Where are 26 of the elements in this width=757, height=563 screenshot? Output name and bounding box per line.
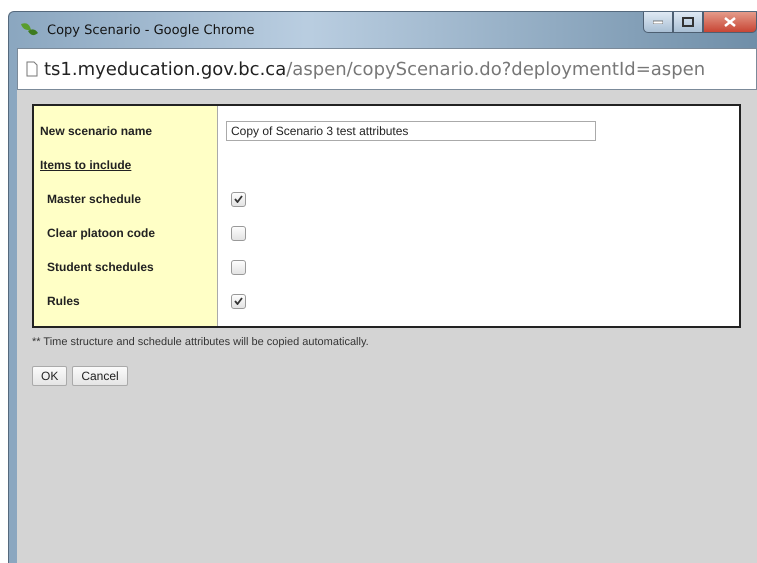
checkbox[interactable] [231, 260, 246, 274]
close-icon [724, 17, 736, 27]
name-input[interactable]: Copy of Scenario 3 test attributes [226, 121, 596, 141]
checkbox[interactable] [231, 226, 246, 240]
check-icon [234, 297, 243, 305]
checkbox[interactable] [231, 294, 246, 308]
section-link[interactable]: Items to include [40, 158, 132, 172]
checkbox[interactable] [231, 192, 246, 206]
minimize-icon [653, 20, 663, 24]
option-label: Master schedule [47, 192, 142, 206]
field-label: New scenario name [40, 124, 152, 138]
ok-button[interactable]: OK [32, 366, 68, 386]
maximize-icon [682, 17, 694, 27]
minimize-button[interactable] [643, 12, 673, 33]
maximize-button[interactable] [673, 12, 703, 33]
option-label: Student schedules [47, 260, 154, 274]
page-icon [26, 61, 38, 77]
note-text: ** Time structure and schedule attributes will be copied automatically. [32, 336, 370, 348]
window-title: Copy Scenario - Google Chrome [47, 22, 255, 38]
url-host: ts1.myeducation.gov.bc.ca [44, 58, 286, 80]
option-label: Clear platoon code [47, 226, 156, 240]
close-button[interactable] [703, 12, 757, 33]
check-icon [234, 195, 243, 203]
option-label: Rules [47, 294, 80, 308]
url-path: /aspen/copyScenario.do?deploymentId=aspen [286, 58, 706, 80]
cancel-button[interactable]: Cancel [72, 366, 128, 386]
